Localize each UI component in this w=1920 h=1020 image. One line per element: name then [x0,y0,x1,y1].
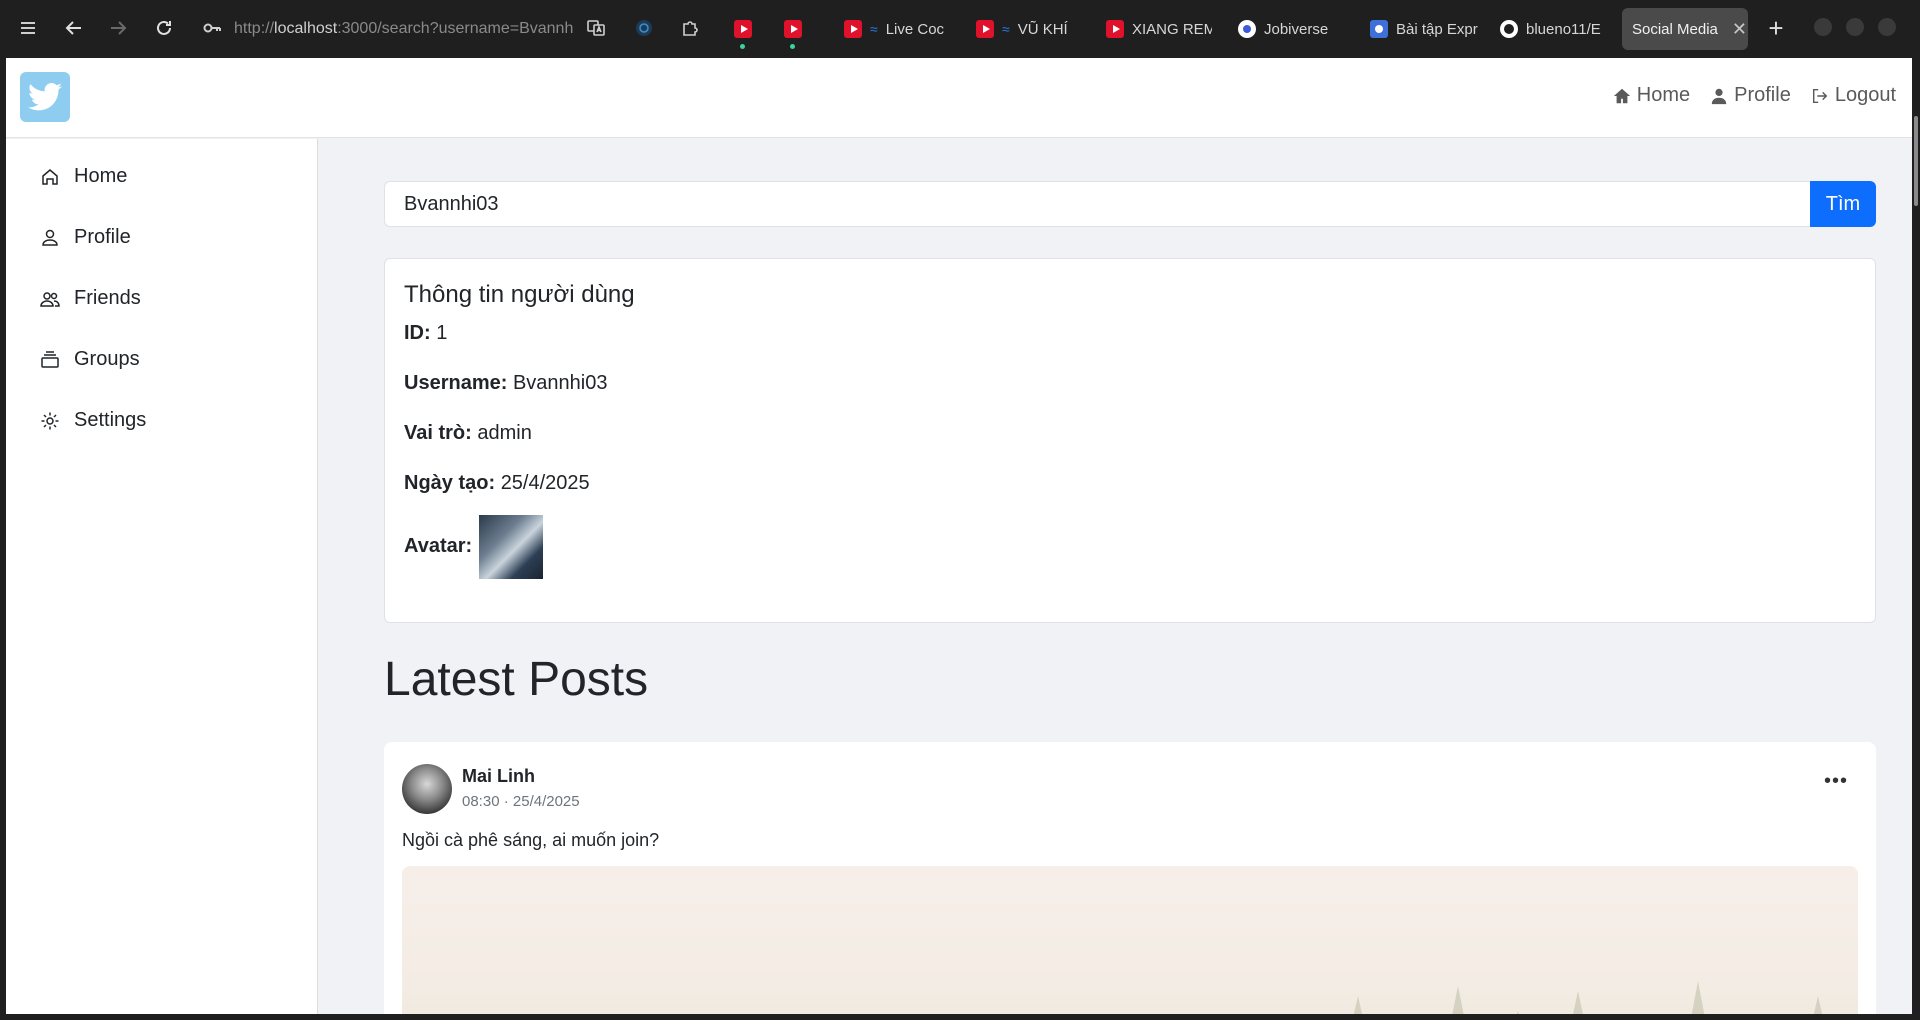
playing-indicator [790,44,795,49]
created-date-row: Ngày tạo: 25/4/2025 [404,472,590,494]
playing-indicator [740,44,745,49]
logout-icon [1812,88,1828,103]
stream-icon: ≈ [870,21,878,37]
user-avatar-image [479,515,543,579]
post-timestamp: 08:30 · 25/4/2025 [462,793,580,810]
post-image [402,866,1858,1014]
sidebar-item-groups[interactable]: Groups [40,348,140,371]
person-icon [42,229,58,246]
avatar[interactable] [402,764,452,814]
people-icon [40,291,60,307]
post-card: Mai Linh 08:30 · 25/4/2025 ••• Ngồi cà p… [384,742,1876,1014]
tab-live-coc[interactable]: ≈ Live Coc [838,8,950,50]
sidebar: Home Profile Friends Groups Settings [6,139,318,1014]
latest-posts-heading: Latest Posts [384,653,649,706]
tab-jobiverse[interactable]: Jobiverse [1232,8,1352,50]
address-bar[interactable]: http://localhost:3000/search?username=Bv… [234,16,574,42]
site-info-icon[interactable] [196,12,228,44]
reload-button[interactable] [148,12,180,44]
extension-circle-icon[interactable] [628,12,660,44]
youtube-icon [844,20,862,38]
close-window-button[interactable] [1878,18,1896,36]
nav-home-link[interactable]: Home [1613,84,1690,107]
translate-icon[interactable] [580,12,612,44]
sidebar-item-home[interactable]: Home [40,165,127,188]
search-input[interactable] [384,181,1810,227]
browser-toolbar: http://localhost:3000/search?username=Bv… [0,0,1920,56]
navbar-links: Home Profile Logout [1613,84,1896,107]
youtube-icon [784,20,802,38]
youtube-icon [1106,20,1124,38]
house-icon [1613,88,1630,103]
collection-icon [41,350,59,368]
nav-logout-link[interactable]: Logout [1811,84,1896,107]
scrollbar[interactable] [1912,56,1920,1020]
tab-github[interactable]: blueno11/E [1494,8,1608,50]
post-author[interactable]: Mai Linh [462,766,535,787]
tab-xiang-rem[interactable]: XIANG REM [1100,8,1212,50]
minimize-button[interactable] [1814,18,1832,36]
avatar-row: Avatar: [404,535,473,557]
tab-social-media[interactable]: Social Media ✕ [1622,8,1748,50]
sidebar-item-friends[interactable]: Friends [40,287,141,310]
close-tab-icon[interactable]: ✕ [1732,19,1747,40]
more-options-icon[interactable]: ••• [1818,766,1854,796]
user-id-row: ID: 1 [404,322,448,344]
github-icon [1500,20,1518,38]
forward-button[interactable] [102,12,134,44]
role-row: Vai trò: admin [404,422,532,444]
tab-bai-tap[interactable]: Bài tập Expr [1364,8,1482,50]
youtube-icon [976,20,994,38]
classroom-icon [1370,20,1388,38]
jobiverse-icon [1238,20,1256,38]
stream-icon: ≈ [1002,21,1010,37]
sidebar-item-settings[interactable]: Settings [40,409,146,432]
user-info-title: Thông tin người dùng [404,281,635,308]
new-tab-button[interactable]: + [1760,12,1792,44]
nav-profile-link[interactable]: Profile [1710,84,1791,107]
top-navbar: Home Profile Logout [6,58,1912,138]
maximize-button[interactable] [1846,18,1864,36]
twitter-logo-icon[interactable] [20,72,70,122]
search-form: Tìm [384,181,1876,227]
tab-vu-khi[interactable]: ≈ VŨ KHÍ [970,8,1082,50]
user-info-card: Thông tin người dùng ID: 1 Username: Bva… [384,258,1876,623]
extensions-puzzle-icon[interactable] [674,12,706,44]
web-page: Home Profile Logout Home Profile Friends [6,58,1912,1014]
scrollbar-thumb[interactable] [1914,116,1918,206]
menu-icon[interactable] [12,12,44,44]
gear-icon [41,412,59,429]
youtube-icon [734,20,752,38]
sidebar-item-profile[interactable]: Profile [40,226,131,249]
username-row: Username: Bvannhi03 [404,372,608,394]
search-button[interactable]: Tìm [1810,181,1876,227]
back-button[interactable] [58,12,90,44]
person-icon [1711,88,1727,104]
post-content: Ngồi cà phê sáng, ai muốn join? [402,830,660,850]
house-icon [42,168,58,185]
